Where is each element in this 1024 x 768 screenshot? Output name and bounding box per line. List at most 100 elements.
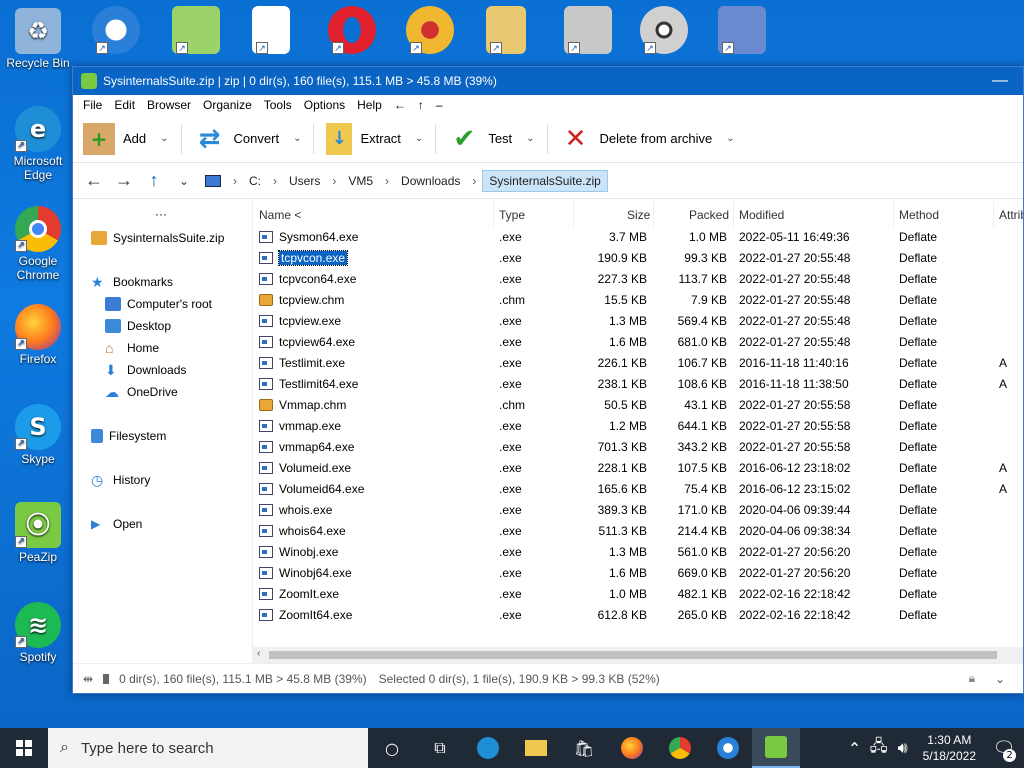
sidebar-item-home[interactable]: ⌂ Home	[105, 341, 159, 355]
table-row[interactable]: tcpvcon.exe .exe 190.9 KB 99.3 KB 2022-01-27…	[253, 248, 1023, 269]
menu-back-arrow[interactable]: ←	[388, 98, 412, 112]
breadcrumb-downloads[interactable]: Downloads	[395, 171, 466, 191]
table-row[interactable]: Volumeid.exe .exe 228.1 KB 107.5 KB 2016-06-…	[253, 458, 1023, 479]
horizontal-scrollbar[interactable]: ‹	[253, 647, 1023, 663]
table-row[interactable]: whois.exe .exe 389.3 KB 171.0 KB 2020-04-06 …	[253, 500, 1023, 521]
column-header-modified[interactable]: Modified	[739, 208, 784, 222]
column-divider[interactable]	[993, 201, 994, 227]
taskbar-file-explorer-icon[interactable]	[512, 728, 560, 768]
desktop-icon-notepad-plus-plus[interactable]: ↗	[172, 6, 220, 54]
chevron-down-icon[interactable]: ⌄	[160, 133, 168, 144]
sidebar-item-onedrive[interactable]: ☁ OneDrive	[105, 385, 178, 399]
table-row[interactable]: Testlimit64.exe .exe 238.1 KB 108.6 KB 2016-…	[253, 374, 1023, 395]
menu-browser[interactable]: Browser	[141, 98, 197, 112]
menu-tools[interactable]: Tools	[258, 98, 298, 112]
delete-from-archive-button[interactable]: ✕ Delete from archive ⌄	[554, 119, 741, 159]
column-divider[interactable]	[733, 201, 734, 227]
desktop-icon-installer[interactable]: ↗	[564, 6, 612, 54]
table-row[interactable]: Vmmap.chm .chm 50.5 KB 43.1 KB 2022-01-27 20…	[253, 395, 1023, 416]
sidebar-item-open[interactable]: ▶ Open	[91, 517, 142, 531]
volume-icon[interactable]: 🔊︎	[891, 728, 915, 768]
table-row[interactable]: Testlimit.exe .exe 226.1 KB 106.7 KB 2016-11…	[253, 353, 1023, 374]
desktop-icon-recycle-bin[interactable]: ♻ Recycle Bin	[0, 8, 76, 70]
taskbar-chrome-icon[interactable]	[656, 728, 704, 768]
column-divider[interactable]	[653, 201, 654, 227]
column-divider[interactable]	[893, 201, 894, 227]
desktop-icon-chrome[interactable]: ↗ Google Chrome	[0, 206, 76, 282]
table-row[interactable]: tcpview.exe .exe 1.3 MB 569.4 KB 2022-01-27 …	[253, 311, 1023, 332]
convert-button[interactable]: ⇄ Convert ⌄	[188, 119, 308, 159]
taskbar-firefox-icon[interactable]	[608, 728, 656, 768]
forward-arrow-icon[interactable]: →	[109, 170, 139, 191]
menu-options[interactable]: Options	[298, 98, 351, 112]
clock[interactable]: 1:30 AM 5/18/2022	[915, 732, 984, 764]
taskbar-store-icon[interactable]: 🛍︎	[560, 728, 608, 768]
chevron-down-icon[interactable]: ⌄	[293, 133, 301, 144]
chevron-down-icon[interactable]: ⌄	[726, 133, 734, 144]
lock-icon[interactable]: 🔒︎	[969, 671, 975, 686]
desktop-icon-disc[interactable]: ↗	[640, 6, 688, 54]
notification-center-icon[interactable]: 🗨︎ 2	[984, 728, 1024, 768]
menu-file[interactable]: File	[77, 98, 108, 112]
back-arrow-icon[interactable]: ←	[79, 170, 109, 191]
taskbar-search-box[interactable]: ⌕ Type here to search	[48, 728, 368, 768]
desktop-icon-firefox[interactable]: ↗ Firefox	[0, 304, 76, 366]
table-row[interactable]: Winobj.exe .exe 1.3 MB 561.0 KB 2022-01-27 2…	[253, 542, 1023, 563]
history-dropdown-icon[interactable]: ⌄	[169, 174, 199, 188]
computer-icon[interactable]	[205, 174, 221, 187]
sidebar-item-computers-root[interactable]: Computer's root	[105, 297, 212, 311]
desktop-icon-xnview[interactable]: ↗	[406, 6, 454, 54]
layout-toggle-icon[interactable]: ⇹	[83, 672, 93, 686]
breadcrumb-users[interactable]: Users	[283, 171, 326, 191]
breadcrumb-drive[interactable]: C:	[243, 171, 267, 191]
column-header-name[interactable]: Name <	[259, 208, 301, 222]
taskbar-edge-icon[interactable]	[464, 728, 512, 768]
column-divider[interactable]	[493, 201, 494, 227]
column-header-packed[interactable]: Packed	[689, 208, 729, 222]
column-divider[interactable]	[573, 201, 574, 227]
table-row[interactable]: Sysmon64.exe .exe 3.7 MB 1.0 MB 2022-05-11 1…	[253, 227, 1023, 248]
desktop-icon-opera[interactable]: ↗	[328, 6, 376, 54]
table-row[interactable]: vmmap64.exe .exe 701.3 KB 343.2 KB 2022-01-2…	[253, 437, 1023, 458]
table-row[interactable]: ZoomIt.exe .exe 1.0 MB 482.1 KB 2022-02-16 2…	[253, 584, 1023, 605]
scroll-left-icon[interactable]: ‹	[257, 648, 260, 659]
desktop-icon-skype[interactable]: S ↗ Skype	[0, 404, 76, 466]
network-icon[interactable]: 🖧︎	[867, 728, 891, 768]
desktop-icon-spotify[interactable]: ≋ ↗ Spotify	[0, 602, 76, 664]
taskbar-peazip-icon[interactable]	[752, 728, 800, 768]
minimize-button[interactable]: —	[977, 72, 1023, 90]
desktop-icon-putty[interactable]: ↗	[718, 6, 766, 54]
sidebar-item-history[interactable]: ◷ History	[91, 473, 150, 487]
column-header-type[interactable]: Type	[499, 208, 525, 222]
chevron-down-icon[interactable]: ⌄	[415, 133, 423, 144]
column-header-size[interactable]: Size	[627, 208, 650, 222]
menu-help[interactable]: Help	[351, 98, 388, 112]
sidebar-item-filesystem[interactable]: Filesystem	[91, 429, 166, 443]
chevron-down-icon[interactable]: ⌄	[995, 672, 1005, 686]
sidebar-item-archive[interactable]: SysinternalsSuite.zip	[91, 231, 224, 245]
test-button[interactable]: ✔ Test ⌄	[442, 119, 540, 159]
column-header-method[interactable]: Method	[899, 208, 939, 222]
menu-organize[interactable]: Organize	[197, 98, 258, 112]
scrollbar-thumb[interactable]	[269, 651, 997, 659]
up-arrow-icon[interactable]: ↑	[139, 170, 169, 191]
column-header-attrib[interactable]: Attrib	[999, 208, 1023, 222]
table-row[interactable]: tcpview64.exe .exe 1.6 MB 681.0 KB 2022-01-2…	[253, 332, 1023, 353]
desktop-icon-blank-document[interactable]: ↗	[252, 6, 290, 54]
sidebar-item-downloads[interactable]: ⬇ Downloads	[105, 363, 186, 377]
table-row[interactable]: tcpview.chm .chm 15.5 KB 7.9 KB 2022-01-27 2…	[253, 290, 1023, 311]
add-button[interactable]: + Add ⌄	[77, 119, 175, 159]
desktop-icon-peazip[interactable]: ⦿ ↗ PeaZip	[0, 502, 76, 564]
table-row[interactable]: Winobj64.exe .exe 1.6 MB 669.0 KB 2022-01-27…	[253, 563, 1023, 584]
sidebar-item-bookmarks[interactable]: ★ Bookmarks	[91, 275, 173, 289]
chevron-down-icon[interactable]: ⌄	[526, 133, 534, 144]
menu-dash[interactable]: –	[430, 98, 449, 112]
table-row[interactable]: Volumeid64.exe .exe 165.6 KB 75.4 KB 2016-06…	[253, 479, 1023, 500]
menu-edit[interactable]: Edit	[108, 98, 141, 112]
chevron-up-icon[interactable]: ⌃	[843, 728, 867, 768]
sidebar-more[interactable]: ···	[155, 207, 167, 221]
table-row[interactable]: whois64.exe .exe 511.3 KB 214.4 KB 2020-04-0…	[253, 521, 1023, 542]
cortana-icon[interactable]: ○	[368, 728, 416, 768]
extract-button[interactable]: ↓ Extract ⌄	[320, 119, 429, 159]
task-view-icon[interactable]: ⧉	[416, 728, 464, 768]
